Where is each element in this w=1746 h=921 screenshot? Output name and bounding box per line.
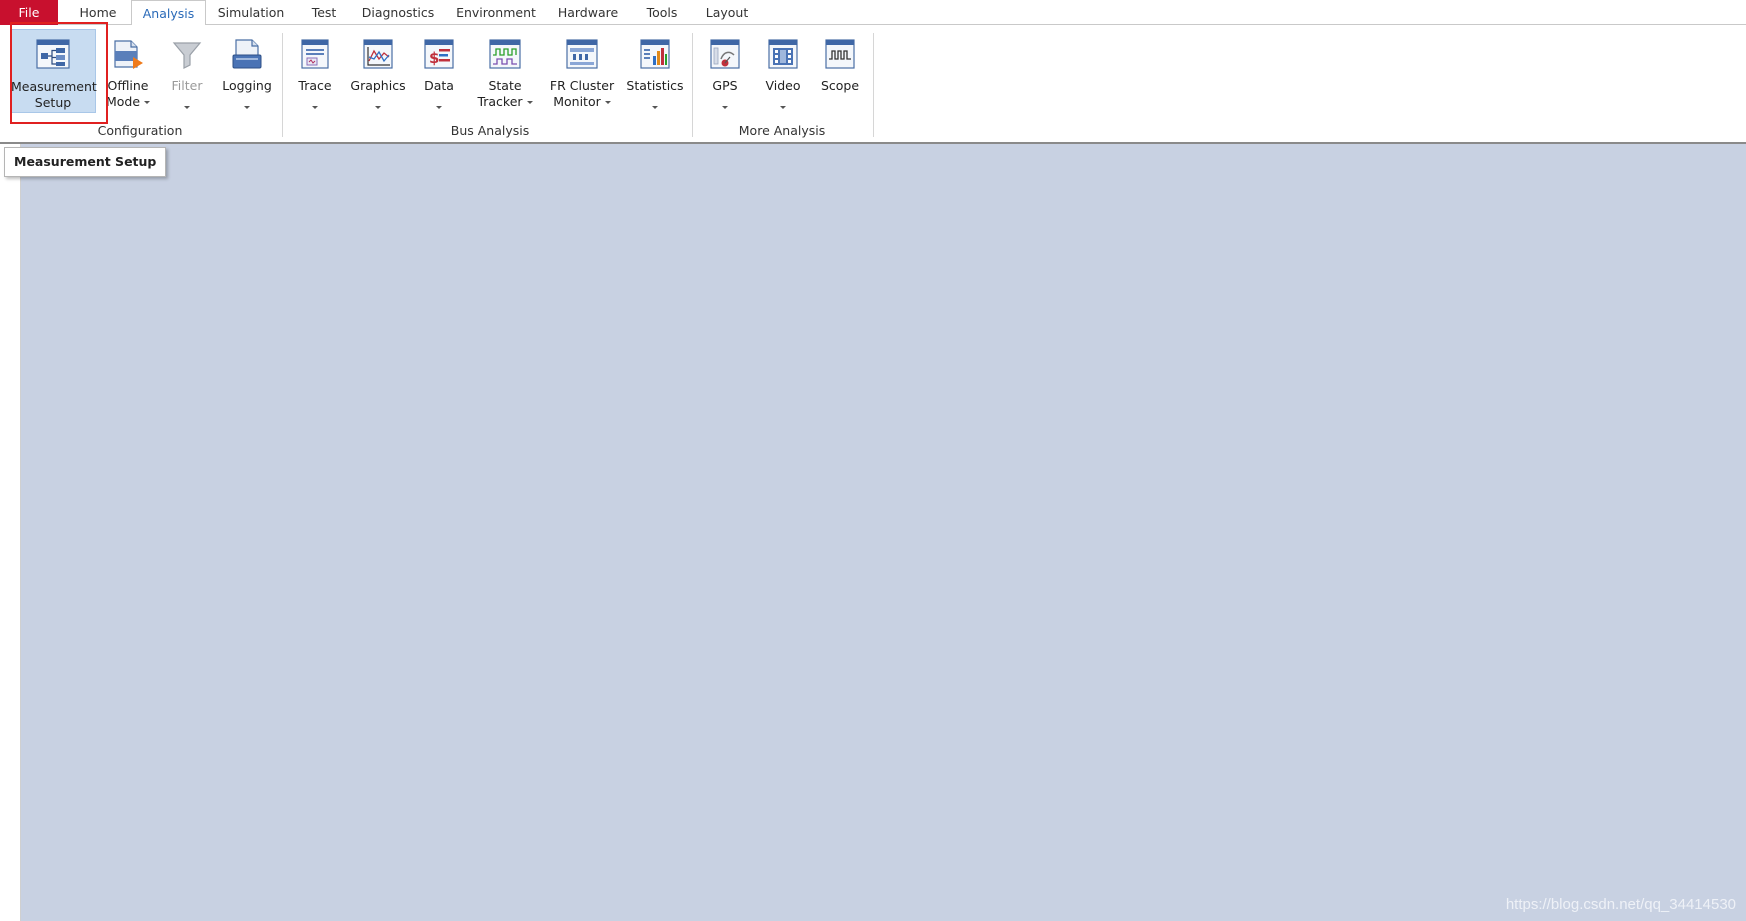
offline-mode-button[interactable]: Offline Mode: [100, 29, 156, 113]
gps-dropdown-arrow-icon: [722, 106, 728, 109]
gps-label: GPS: [712, 78, 738, 93]
logging-dropdown-arrow-icon: [244, 106, 250, 109]
filter-icon: [170, 37, 204, 71]
tab-tools[interactable]: Tools: [636, 0, 688, 25]
tab-test[interactable]: Test: [300, 0, 348, 25]
main-workspace[interactable]: [21, 144, 1746, 921]
state-tracker-label-line1: State: [488, 78, 522, 93]
fr-cluster-monitor-icon: [565, 37, 599, 71]
left-dock-strip: [0, 144, 21, 921]
group-label-bus-analysis: Bus Analysis: [450, 123, 530, 138]
statistics-button[interactable]: Statistics: [622, 29, 688, 113]
offline-mode-icon: [111, 37, 145, 71]
tooltip: Measurement Setup: [4, 147, 167, 177]
filter-button[interactable]: Filter: [160, 29, 214, 113]
trace-dropdown-arrow-icon: [312, 106, 318, 109]
graphics-dropdown-arrow-icon: [375, 106, 381, 109]
data-icon: $: [422, 37, 456, 71]
offline-mode-label-line2: Mode: [105, 93, 141, 109]
group-separator: [282, 33, 283, 137]
offline-mode-label: Offline Mode: [100, 78, 156, 109]
watermark: https://blog.csdn.net/qq_34414530: [1505, 896, 1736, 913]
trace-label: Trace: [298, 78, 332, 93]
gps-button[interactable]: GPS: [700, 29, 750, 113]
data-button[interactable]: $ Data: [414, 29, 464, 113]
ribbon-panel: Measurement Setup Offline Mode Filter Lo…: [0, 25, 1746, 143]
group-separator: [873, 33, 874, 137]
trace-button[interactable]: Trace: [290, 29, 340, 113]
state-tracker-dropdown-arrow-icon: [526, 100, 533, 104]
state-tracker-button[interactable]: State Tracker: [472, 29, 538, 113]
video-button[interactable]: Video: [758, 29, 808, 113]
data-label: Data: [424, 78, 454, 93]
scope-label: Scope: [820, 78, 860, 93]
measurement-setup-label: Measurement Setup: [11, 79, 97, 110]
logging-button[interactable]: Logging: [218, 29, 276, 113]
group-label-more-analysis: More Analysis: [738, 123, 826, 138]
graphics-label: Graphics: [350, 78, 406, 93]
tab-diagnostics[interactable]: Diagnostics: [357, 0, 439, 25]
tab-file[interactable]: File: [0, 0, 58, 25]
fr-cluster-monitor-dropdown-arrow-icon: [604, 100, 611, 104]
gps-icon: [708, 37, 742, 71]
tab-environment[interactable]: Environment: [452, 0, 540, 25]
ribbon-tab-bar: File Home Analysis Simulation Test Diagn…: [0, 0, 1746, 26]
statistics-icon: [638, 37, 672, 71]
tab-home[interactable]: Home: [67, 0, 129, 25]
graphics-button[interactable]: Graphics: [348, 29, 408, 113]
fr-cluster-monitor-button[interactable]: FR Cluster Monitor: [546, 29, 618, 113]
trace-icon: [298, 37, 332, 71]
logging-label: Logging: [222, 78, 272, 93]
state-tracker-icon: [488, 37, 522, 71]
fr-cluster-monitor-label-line2: Monitor: [553, 93, 601, 109]
state-tracker-label-line2: Tracker: [477, 93, 523, 109]
group-label-configuration: Configuration: [97, 123, 183, 138]
logging-icon: [230, 37, 264, 71]
video-icon: [766, 37, 800, 71]
tab-simulation[interactable]: Simulation: [213, 0, 289, 25]
measurement-setup-icon: [36, 38, 70, 72]
offline-mode-label-line1: Offline: [107, 78, 149, 93]
svg-text:$: $: [429, 49, 439, 67]
filter-dropdown-arrow-icon: [184, 106, 190, 109]
video-label: Video: [765, 78, 801, 93]
fr-cluster-monitor-label: FR Cluster Monitor: [546, 78, 618, 109]
offline-mode-dropdown-arrow-icon: [144, 100, 151, 104]
group-separator: [692, 33, 693, 137]
state-tracker-label: State Tracker: [472, 78, 538, 109]
tab-layout[interactable]: Layout: [699, 0, 755, 25]
statistics-label: Statistics: [626, 78, 684, 93]
fr-cluster-monitor-label-line1: FR Cluster: [549, 78, 615, 93]
statistics-dropdown-arrow-icon: [652, 106, 658, 109]
scope-icon: [823, 37, 857, 71]
filter-label: Filter: [171, 78, 203, 93]
scope-button[interactable]: Scope: [814, 29, 866, 113]
video-dropdown-arrow-icon: [780, 106, 786, 109]
graphics-icon: [361, 37, 395, 71]
measurement-setup-button[interactable]: Measurement Setup: [10, 29, 97, 113]
tab-hardware[interactable]: Hardware: [552, 0, 624, 25]
tab-analysis[interactable]: Analysis: [131, 0, 206, 26]
data-dropdown-arrow-icon: [436, 106, 442, 109]
